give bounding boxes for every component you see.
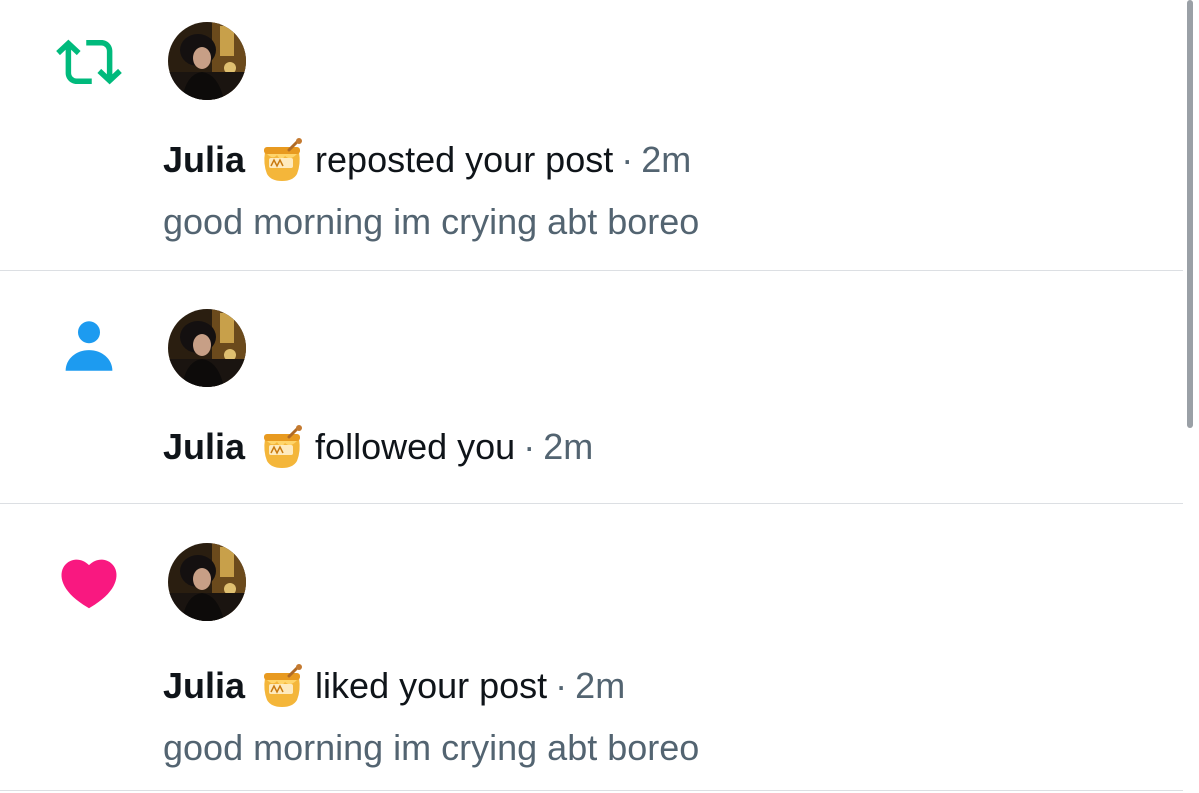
separator-dot: ·: [555, 665, 568, 706]
user-name[interactable]: Julia: [163, 425, 245, 469]
avatar[interactable]: [168, 543, 246, 621]
avatar[interactable]: [168, 22, 246, 100]
action-text: reposted your post: [315, 139, 614, 180]
notifications-feed: Julia reposted your post · 2m good morni…: [0, 0, 1183, 793]
honey-pot-icon: [259, 138, 305, 182]
post-snippet[interactable]: good morning im crying abt boreo: [163, 200, 699, 244]
notification-follow[interactable]: Julia followed you · 2m: [0, 271, 1183, 504]
post-snippet[interactable]: good morning im crying abt boreo: [163, 726, 699, 770]
person-icon: [56, 313, 122, 379]
timestamp[interactable]: 2m: [543, 425, 593, 469]
timestamp[interactable]: 2m: [575, 664, 625, 708]
separator-dot: ·: [621, 139, 634, 180]
notification-like[interactable]: Julia liked your post · 2m good morning …: [0, 504, 1183, 791]
notification-headline: Julia liked your post · 2m: [163, 664, 625, 708]
separator-dot: ·: [523, 426, 536, 467]
honey-pot-icon: [259, 664, 305, 708]
honey-pot-icon: [259, 425, 305, 469]
timestamp[interactable]: 2m: [641, 138, 691, 182]
action-text: liked your post: [315, 665, 548, 706]
scrollbar[interactable]: [1187, 0, 1193, 428]
notification-headline: Julia reposted your post · 2m: [163, 138, 691, 182]
action-text: followed you: [315, 426, 516, 467]
user-name[interactable]: Julia: [163, 138, 245, 182]
repost-icon: [56, 29, 122, 95]
avatar[interactable]: [168, 309, 246, 387]
user-name[interactable]: Julia: [163, 664, 245, 708]
notification-headline: Julia followed you · 2m: [163, 425, 593, 469]
heart-icon: [56, 550, 122, 616]
notification-repost[interactable]: Julia reposted your post · 2m good morni…: [0, 0, 1183, 271]
